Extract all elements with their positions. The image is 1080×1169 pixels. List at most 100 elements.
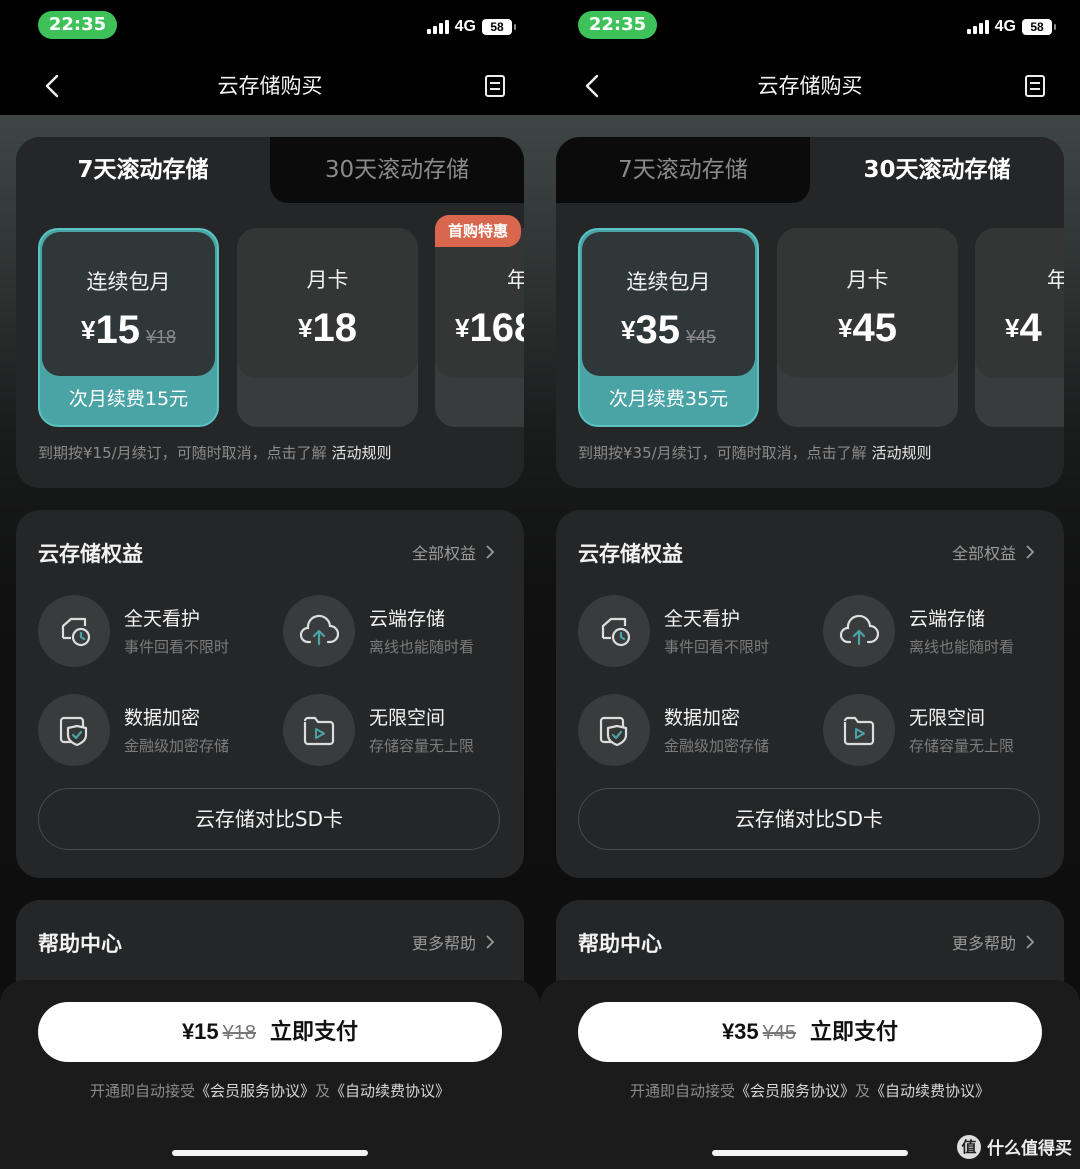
- package-price: ¥168: [455, 306, 524, 350]
- service-agreement-link[interactable]: 《会员服务协议》: [195, 1082, 315, 1100]
- package-inner: [42, 232, 215, 376]
- tab-30-day[interactable]: 30天滚动存储: [270, 137, 524, 203]
- network-type: 4G: [454, 18, 476, 35]
- plan-card: 7天滚动存储 30天滚动存储 连续包月 ¥35 ¥45 次月续费35元 月卡 ¥4…: [556, 137, 1064, 488]
- benefit-item: 云端存储 离线也能随时看: [283, 595, 503, 667]
- pay-now-button[interactable]: ¥35 ¥45 立即支付: [578, 1002, 1042, 1062]
- watermark-logo-icon: 值: [957, 1134, 981, 1159]
- folder-play-icon: [843, 716, 875, 746]
- package-monthly-auto[interactable]: 连续包月 ¥35 ¥45 次月续费35元: [578, 228, 759, 427]
- page-title: 云存储购买: [757, 74, 863, 98]
- package-monthly-card[interactable]: 月卡 ¥45: [777, 228, 958, 427]
- page-title: 云存储购买: [217, 74, 323, 98]
- benefits-card: 云存储权益 全部权益 全天看护 事件回看不限时 云端存储 离线也能随时看 数据加密金…: [556, 510, 1064, 878]
- help-title: 帮助中心: [578, 932, 662, 956]
- document-list-icon: [1025, 75, 1045, 97]
- compare-sd-button[interactable]: 云存储对比SD卡: [38, 788, 500, 850]
- package-annual[interactable]: 年 ¥168: [435, 228, 524, 427]
- clock-camera-icon: [601, 617, 631, 647]
- package-name: 月卡: [306, 268, 349, 292]
- renew-terms: 到期按¥15/月续订，可随时取消，点击了解 活动规则: [38, 444, 392, 462]
- cloud-upload-icon: [839, 614, 879, 646]
- benefits-title: 云存储权益: [38, 542, 143, 566]
- shield-check-icon: [59, 716, 88, 747]
- package-name: 连续包月: [626, 270, 711, 294]
- chevron-right-icon: [486, 545, 494, 559]
- renew-note: 次月续费35元: [608, 388, 729, 410]
- order-list-button[interactable]: [1024, 74, 1046, 98]
- status-icons: 4G 58: [426, 17, 516, 37]
- watermark-text: 什么值得买: [987, 1139, 1072, 1159]
- package-inner: [777, 228, 958, 378]
- plan-card: 7天滚动存储 30天滚动存储 连续包月 ¥15 ¥18 次月续费15元 月卡 ¥1…: [16, 137, 524, 488]
- package-annual[interactable]: 年 ¥4: [975, 228, 1064, 427]
- cloud-upload-icon: [299, 614, 339, 646]
- benefit-item: 无限空间 存储容量无上限: [283, 694, 503, 766]
- status-icons: 4G 58: [966, 17, 1056, 37]
- more-help-link[interactable]: 更多帮助: [952, 930, 1034, 954]
- battery-icon: 58: [482, 19, 516, 35]
- status-time: 22:35: [38, 11, 117, 39]
- activity-rules-link[interactable]: 活动规则: [331, 444, 391, 462]
- help-title: 帮助中心: [38, 932, 122, 956]
- auto-renew-agreement-link[interactable]: 《自动续费协议》: [330, 1082, 450, 1100]
- benefit-item: 全天看护 事件回看不限时: [578, 595, 798, 667]
- order-list-button[interactable]: [484, 74, 506, 98]
- battery-icon: 58: [1022, 19, 1056, 35]
- package-name: 年: [1047, 268, 1064, 292]
- package-price: ¥45: [838, 306, 897, 350]
- package-price: ¥15 ¥18: [80, 308, 176, 352]
- package-monthly-card[interactable]: 月卡 ¥18: [237, 228, 418, 427]
- package-name: 连续包月: [86, 270, 171, 294]
- compare-sd-button[interactable]: 云存储对比SD卡: [578, 788, 1040, 850]
- clock-camera-icon: [61, 617, 91, 647]
- home-indicator[interactable]: [712, 1150, 908, 1156]
- benefits-card: 云存储权益 全部权益 全天看护 事件回看不限时 云端存储 离线也能随时看 数据加密金…: [16, 510, 524, 878]
- document-list-icon: [485, 75, 505, 97]
- benefit-item: 数据加密 金融级加密存储: [38, 694, 258, 766]
- benefit-item: 数据加密 金融级加密存储: [578, 694, 798, 766]
- package-inner: [435, 228, 524, 378]
- benefit-item: 云端存储 离线也能随时看: [823, 595, 1043, 667]
- package-price: ¥18: [298, 306, 357, 350]
- status-time: 22:35: [578, 11, 657, 39]
- folder-play-icon: [303, 716, 335, 746]
- benefits-title: 云存储权益: [578, 542, 683, 566]
- benefit-item: 全天看护 事件回看不限时: [38, 595, 258, 667]
- renew-note: 次月续费15元: [68, 388, 189, 410]
- package-name: 月卡: [846, 268, 889, 292]
- benefit-item: 无限空间 存储容量无上限: [823, 694, 1043, 766]
- more-help-link[interactable]: 更多帮助: [412, 930, 494, 954]
- pay-now-button[interactable]: ¥15 ¥18 立即支付: [38, 1002, 502, 1062]
- chevron-right-icon: [1026, 545, 1034, 559]
- tab-30-day[interactable]: 30天滚动存储: [810, 137, 1064, 203]
- signal-icon: [966, 20, 989, 34]
- bottom-pay-bar: ¥15 ¥18 立即支付 开通即自动接受《会员服务协议》及《自动续费协议》: [0, 980, 540, 1169]
- service-agreement-link[interactable]: 《会员服务协议》: [735, 1082, 855, 1100]
- home-indicator[interactable]: [172, 1150, 368, 1156]
- phone-screen-left: 22:35 4G 58 云存储购买 7天滚动存储 30天滚动存储 连续包月 ¥1…: [0, 0, 540, 1169]
- package-monthly-auto[interactable]: 连续包月 ¥15 ¥18 次月续费15元: [38, 228, 219, 427]
- package-inner: [582, 232, 755, 376]
- package-name: 年: [507, 268, 524, 292]
- chevron-right-icon: [1026, 935, 1034, 949]
- package-price: ¥4: [1005, 306, 1042, 350]
- all-benefits-link[interactable]: 全部权益: [412, 540, 494, 564]
- package-inner: [975, 228, 1064, 378]
- network-type: 4G: [994, 18, 1016, 35]
- agreement-text: 开通即自动接受《会员服务协议》及《自动续费协议》: [629, 1082, 991, 1100]
- agreement-text: 开通即自动接受《会员服务协议》及《自动续费协议》: [89, 1082, 451, 1100]
- auto-renew-agreement-link[interactable]: 《自动续费协议》: [870, 1082, 990, 1100]
- package-price: ¥35 ¥45: [620, 308, 716, 352]
- chevron-right-icon: [486, 935, 494, 949]
- signal-icon: [426, 20, 449, 34]
- tab-7-day[interactable]: 7天滚动存储: [556, 137, 810, 203]
- first-purchase-badge: 首购特惠: [435, 215, 522, 247]
- package-inner: [237, 228, 418, 378]
- all-benefits-link[interactable]: 全部权益: [952, 540, 1034, 564]
- phone-screen-right: 22:35 4G 58 云存储购买 7天滚动存储 30天滚动存储 连续包月 ¥3…: [540, 0, 1080, 1169]
- watermark: 值 什么值得买: [957, 1134, 1072, 1159]
- shield-check-icon: [599, 716, 628, 747]
- tab-7-day[interactable]: 7天滚动存储: [16, 137, 270, 203]
- activity-rules-link[interactable]: 活动规则: [871, 444, 931, 462]
